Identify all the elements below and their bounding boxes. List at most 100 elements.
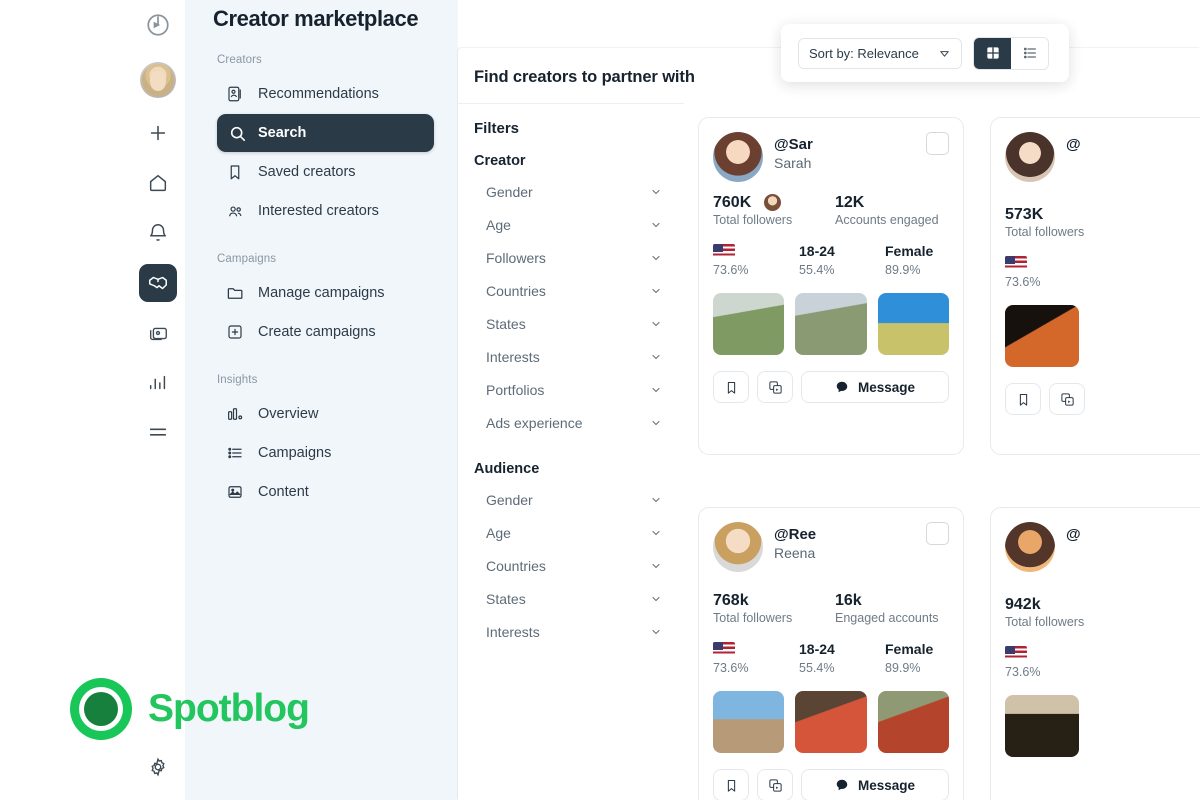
logo-icon[interactable]	[139, 6, 177, 44]
sidebar-item-label: Interested creators	[258, 203, 379, 219]
creator-card[interactable]: @Ree Reena 768k Total followers 16k Enga…	[698, 507, 964, 800]
profile-avatar[interactable]	[139, 62, 176, 98]
demo-value: 73.6%	[713, 263, 749, 277]
filter-row-audience-age[interactable]: Age	[474, 516, 684, 549]
sidebar-item-recommendations[interactable]: Recommendations	[217, 75, 434, 113]
stat-label: Accounts engaged	[835, 213, 939, 227]
card-header: @Sar Sarah	[713, 132, 949, 182]
thumbnail[interactable]	[713, 293, 785, 355]
avatar	[713, 132, 763, 182]
chevron-down-icon	[650, 318, 662, 330]
logo-core	[84, 692, 118, 726]
filter-group-audience-title: Audience	[474, 461, 540, 477]
message-button[interactable]: Message	[801, 371, 949, 403]
sidebar-item-label: Search	[258, 125, 307, 141]
avatar	[1005, 132, 1055, 182]
save-bookmark-button[interactable]	[713, 371, 749, 403]
thumbnail[interactable]	[795, 293, 867, 355]
filter-row-creator-gender[interactable]: Gender	[474, 175, 684, 208]
creator-card[interactable]: @ 942k Total followers 73.6%	[990, 507, 1200, 800]
sidebar-item-manage-campaigns[interactable]: Manage campaigns	[217, 274, 434, 312]
filter-row-creator-interests[interactable]: Interests	[474, 340, 684, 373]
filter-label: States	[486, 315, 526, 332]
thumbnail[interactable]	[877, 691, 949, 753]
chevron-down-icon	[650, 593, 662, 605]
handshake-icon[interactable]	[138, 264, 177, 302]
sidebar-item-label: Content	[258, 484, 309, 500]
message-button[interactable]: Message	[801, 769, 949, 800]
thumbnail[interactable]	[713, 691, 785, 753]
filter-row-audience-gender[interactable]: Gender	[474, 483, 684, 516]
creator-card[interactable]: @ 573K Total followers 73.6%	[990, 117, 1200, 455]
plus-icon[interactable]	[139, 114, 177, 152]
bell-icon[interactable]	[139, 214, 177, 252]
demo-value: 89.9%	[885, 263, 921, 277]
sidebar-section-insights-heading: Insights	[217, 374, 258, 386]
sidebar-item-campaigns-insights[interactable]: Campaigns	[217, 434, 434, 472]
creator-name: Sarah	[774, 155, 812, 171]
creator-handle: @	[1066, 136, 1081, 153]
thumbnail[interactable]	[1005, 695, 1079, 757]
sidebar-item-search[interactable]: Search	[217, 114, 434, 152]
save-bookmark-button[interactable]	[1005, 383, 1041, 415]
demo-gender: Female 89.9%	[885, 241, 933, 278]
select-checkbox[interactable]	[926, 522, 949, 545]
folder-icon	[225, 283, 245, 303]
filter-label: Gender	[486, 491, 533, 508]
filters-gap	[474, 439, 684, 457]
sidebar-item-create-campaigns[interactable]: Create campaigns	[217, 313, 434, 351]
filter-label: Interests	[486, 623, 540, 640]
stat-label: Total followers	[1005, 615, 1085, 629]
filter-row-creator-age[interactable]: Age	[474, 208, 684, 241]
stat-total-followers: 573K Total followers	[1005, 206, 1127, 239]
filter-row-creator-ads-experience[interactable]: Ads experience	[474, 406, 684, 439]
card-stats: 768k Total followers 16k Engaged account…	[713, 592, 949, 625]
spotblog-logo-icon	[70, 678, 132, 740]
home-icon[interactable]	[139, 164, 177, 202]
creator-card[interactable]: @Sar Sarah 760K Total followers 12K Acco…	[698, 117, 964, 455]
list-view-button[interactable]	[1011, 37, 1048, 69]
chevron-down-icon	[650, 219, 662, 231]
collections-button[interactable]	[1049, 383, 1085, 415]
filter-row-creator-portfolios[interactable]: Portfolios	[474, 373, 684, 406]
sidebar-item-overview[interactable]: Overview	[217, 395, 434, 433]
save-bookmark-button[interactable]	[713, 769, 749, 800]
chart-icon[interactable]	[139, 364, 177, 402]
creator-handle: @Ree	[774, 526, 817, 543]
filter-row-creator-states[interactable]: States	[474, 307, 684, 340]
chevron-down-icon	[650, 351, 662, 363]
demo-value: 73.6%	[1005, 665, 1041, 679]
thumbnail[interactable]	[795, 691, 867, 753]
filter-row-audience-interests[interactable]: Interests	[474, 615, 684, 648]
recommendations-icon	[225, 84, 245, 104]
avatar-face	[149, 71, 166, 91]
plus-square-icon	[225, 322, 245, 342]
select-checkbox[interactable]	[926, 132, 949, 155]
thumbnail[interactable]	[877, 293, 949, 355]
collections-button[interactable]	[757, 769, 793, 800]
filter-label: States	[486, 590, 526, 607]
sidebar-item-label: Create campaigns	[258, 324, 376, 340]
filter-row-audience-countries[interactable]: Countries	[474, 549, 684, 582]
card-thumbnails	[713, 293, 949, 355]
filter-row-audience-states[interactable]: States	[474, 582, 684, 615]
spotblog-wordmark: Spotblog	[148, 687, 310, 730]
thumbnail[interactable]	[1005, 305, 1079, 367]
filter-row-creator-countries[interactable]: Countries	[474, 274, 684, 307]
collections-button[interactable]	[757, 371, 793, 403]
sort-toolbar: Sort by: Relevance	[781, 24, 1069, 82]
card-header: @Ree Reena	[713, 522, 949, 572]
demo-country: 73.6%	[1005, 253, 1091, 289]
stat-total-followers: 942k Total followers	[1005, 596, 1127, 629]
card-actions: Message	[713, 769, 949, 800]
filter-row-creator-followers[interactable]: Followers	[474, 241, 684, 274]
gear-icon[interactable]	[139, 748, 177, 786]
sidebar-item-content[interactable]: Content	[217, 473, 434, 511]
sort-by-select[interactable]: Sort by: Relevance	[798, 37, 962, 69]
menu-icon[interactable]	[139, 414, 177, 452]
sidebar-item-interested-creators[interactable]: Interested creators	[217, 192, 434, 230]
sidebar-item-saved-creators[interactable]: Saved creators	[217, 153, 434, 191]
demo-label: Female	[885, 640, 934, 657]
ads-icon[interactable]	[139, 314, 177, 352]
grid-view-button[interactable]	[974, 37, 1011, 69]
